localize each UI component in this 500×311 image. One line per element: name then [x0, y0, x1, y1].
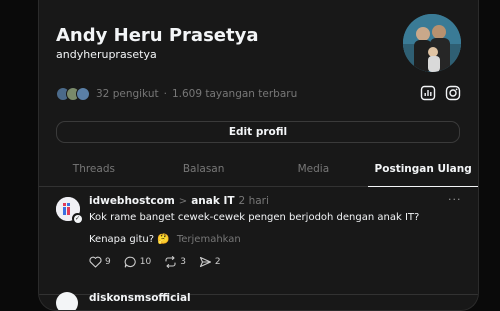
- share-icon: [199, 256, 211, 268]
- translate-link[interactable]: Terjemahkan: [177, 234, 241, 245]
- post-text: Kok rame banget cewek-cewek pengen berjo…: [89, 212, 420, 223]
- instagram-icon: [445, 85, 461, 101]
- comment-icon: [124, 256, 136, 268]
- profile-panel: Andy Heru Prasetya andyheruprasetya 32 p…: [38, 0, 479, 311]
- post-question: Kenapa gitu? 🤔: [89, 234, 170, 245]
- stats-separator: ·: [163, 88, 167, 100]
- post-actions: 9 10 3 2: [89, 256, 234, 268]
- follower-avatars: [56, 87, 90, 101]
- verified-badge: ✓: [72, 213, 83, 224]
- repost-button[interactable]: 3: [164, 256, 186, 268]
- follower-avatar: [76, 87, 90, 101]
- share-button[interactable]: 2: [199, 256, 221, 268]
- share-count: 2: [214, 257, 221, 267]
- next-post-avatar[interactable]: [56, 292, 78, 310]
- instagram-button[interactable]: [445, 85, 461, 101]
- next-post-username[interactable]: diskonsmsofficial: [89, 292, 191, 304]
- tab-replies[interactable]: Balasan: [149, 155, 259, 186]
- repost-count: 3: [180, 257, 186, 267]
- avatar-photo: [403, 14, 461, 72]
- insights-button[interactable]: [420, 85, 436, 101]
- repost-icon: [165, 256, 176, 268]
- like-button[interactable]: 9: [89, 256, 111, 268]
- post-text-line2: Kenapa gitu? 🤔 Terjemahkan: [89, 234, 241, 245]
- tab-reposts[interactable]: Postingan Ulang: [368, 155, 478, 187]
- profile-stats: 32 pengikut · 1.609 tayangan terbaru: [56, 86, 297, 102]
- chart-icon: [420, 85, 436, 101]
- edit-profile-button[interactable]: Edit profil: [56, 121, 460, 143]
- profile-display-name: Andy Heru Prasetya: [56, 25, 259, 46]
- heart-icon: [89, 256, 102, 268]
- followers-count[interactable]: 32 pengikut: [96, 88, 159, 100]
- like-count: 9: [105, 257, 111, 267]
- profile-tabs: Threads Balasan Media Postingan Ulang: [39, 155, 478, 187]
- post-time: 2 hari: [238, 195, 269, 207]
- recent-views[interactable]: 1.609 tayangan terbaru: [172, 88, 297, 100]
- profile-username[interactable]: andyheruprasetya: [56, 48, 157, 61]
- post-username[interactable]: idwebhostcom: [89, 195, 175, 207]
- profile-avatar[interactable]: [403, 14, 461, 72]
- post-avatar[interactable]: ✓: [56, 197, 83, 224]
- post-topic[interactable]: anak IT: [191, 195, 234, 207]
- post-header: idwebhostcom > anak IT 2 hari: [89, 195, 269, 207]
- more-icon[interactable]: ···: [448, 193, 462, 206]
- tab-threads[interactable]: Threads: [39, 155, 149, 186]
- tab-media[interactable]: Media: [259, 155, 369, 186]
- comment-count: 10: [139, 257, 152, 267]
- chevron-right-icon: >: [178, 195, 188, 207]
- comment-button[interactable]: 10: [124, 256, 151, 268]
